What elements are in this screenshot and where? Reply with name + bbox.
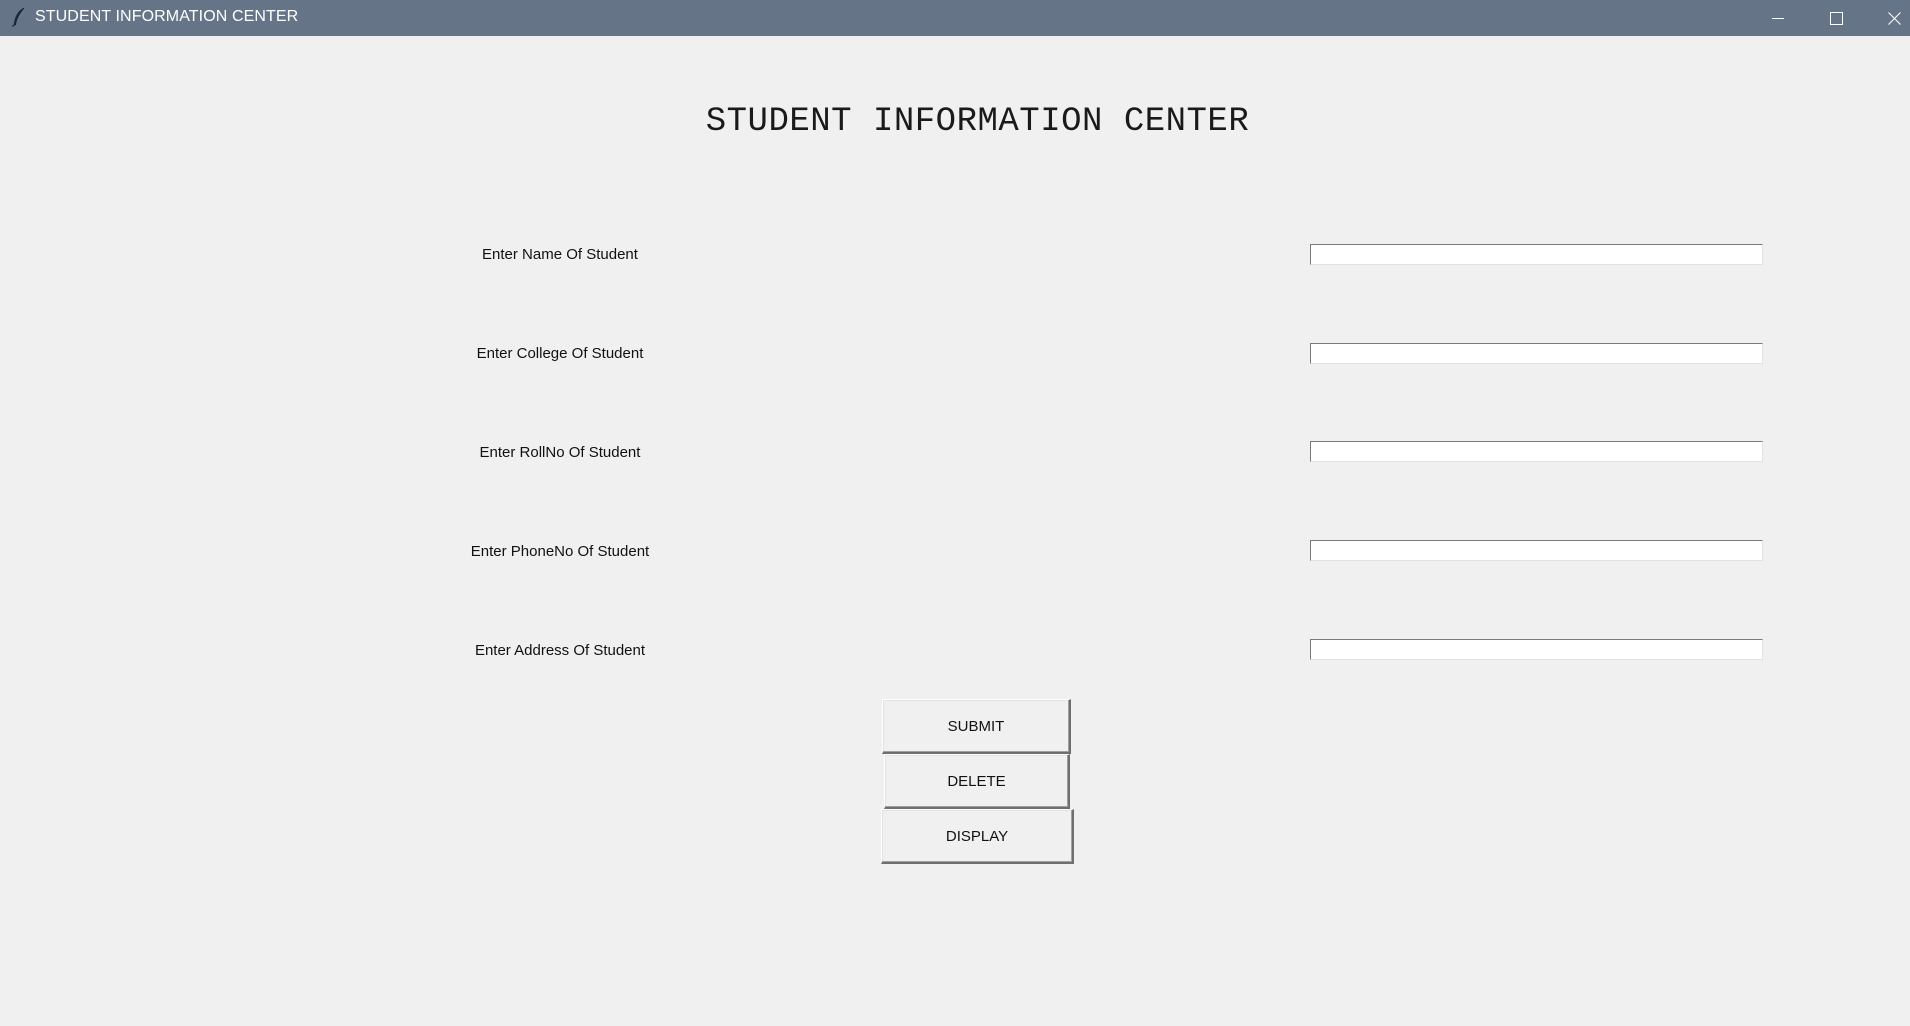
close-icon	[1887, 11, 1901, 25]
app-window: STUDENT INFORMATION CENTER STUDENT INFOR…	[0, 0, 1910, 1026]
page-title: STUDENT INFORMATION CENTER	[705, 103, 1250, 141]
minimize-button[interactable]	[1750, 0, 1806, 36]
submit-button[interactable]: SUBMIT	[882, 699, 1071, 754]
college-label: Enter College Of Student	[476, 345, 644, 362]
minimize-icon	[1772, 12, 1784, 24]
address-field[interactable]	[1310, 639, 1763, 660]
college-field[interactable]	[1310, 343, 1763, 364]
maximize-icon	[1829, 11, 1843, 25]
title-bar[interactable]: STUDENT INFORMATION CENTER	[0, 0, 1910, 36]
phoneno-label: Enter PhoneNo Of Student	[470, 543, 650, 560]
maximize-button[interactable]	[1808, 0, 1864, 36]
rollno-label: Enter RollNo Of Student	[479, 444, 641, 461]
display-button[interactable]: DISPLAY	[881, 809, 1074, 864]
feather-icon	[11, 7, 27, 27]
delete-button[interactable]: DELETE	[884, 754, 1070, 809]
window-title: STUDENT INFORMATION CENTER	[35, 8, 299, 25]
name-label: Enter Name Of Student	[482, 246, 638, 263]
phoneno-field[interactable]	[1310, 540, 1763, 561]
name-field[interactable]	[1310, 244, 1763, 265]
close-button[interactable]	[1866, 0, 1910, 36]
rollno-field[interactable]	[1310, 441, 1763, 462]
address-label: Enter Address Of Student	[474, 642, 646, 659]
